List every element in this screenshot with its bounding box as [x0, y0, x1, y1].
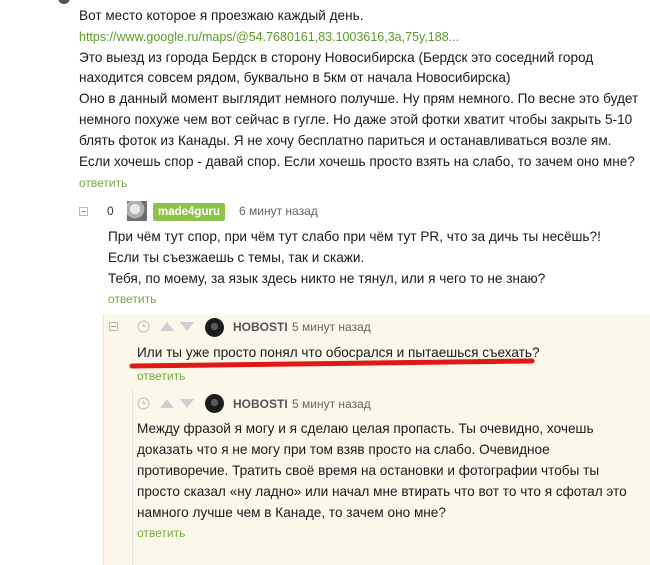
- red-underline-mark: [129, 358, 535, 369]
- timestamp: 5 минут назад: [292, 397, 371, 411]
- clock-icon: [137, 397, 150, 410]
- map-link[interactable]: https://www.google.ru/maps/@54.7680161,8…: [79, 27, 459, 47]
- comment-text-line: При чём тут спор, при чём тут слабо при …: [108, 229, 601, 244]
- comment-text-line: Это выезд из города Бердск в сторону Нов…: [79, 50, 594, 65]
- username-badge[interactable]: made4guru: [153, 203, 225, 221]
- reply-button[interactable]: ответить: [137, 369, 185, 383]
- comment-text-line: доказать что я не могу при том взяв прос…: [137, 442, 550, 457]
- reply-button[interactable]: ответить: [79, 176, 127, 190]
- timestamp: 5 минут назад: [292, 320, 371, 334]
- thread-line: [132, 390, 133, 565]
- reply-button[interactable]: ответить: [108, 292, 156, 306]
- username[interactable]: HOBOSTI: [233, 397, 288, 411]
- avatar-partial: [58, 0, 70, 4]
- comment-text-line: Оно в данный момент выглядит немного пол…: [79, 91, 639, 106]
- upvote-icon[interactable]: [160, 399, 174, 408]
- comment-text-line: Если хочешь спор - давай спор. Если хоче…: [79, 154, 635, 169]
- avatar: [127, 201, 147, 221]
- comment-text-line: Вот место которое я проезжаю каждый день…: [79, 8, 364, 23]
- comment-text-line: намного лучше чем в Канаде, то зачем оно…: [137, 505, 446, 520]
- comment-text-line: Между фразой я могу и я сделаю целая про…: [137, 421, 594, 436]
- avatar: [205, 394, 224, 413]
- username[interactable]: HOBOSTI: [233, 320, 288, 334]
- downvote-icon[interactable]: [180, 322, 194, 331]
- upvote-icon[interactable]: [160, 322, 174, 331]
- comment-text-line: просто сказал «ну ладно» или начал мне в…: [137, 484, 627, 499]
- comment-text-line: находится совсем рядом, буквально в 5км …: [79, 70, 511, 85]
- comment-text-line: Если ты съезжаешь с темы, так и скажи.: [108, 250, 365, 265]
- thread-line: [103, 314, 104, 565]
- comment-text-line: немного похуже чем вот сейчас в гугле. Н…: [79, 112, 633, 127]
- avatar: [205, 318, 224, 337]
- collapse-toggle[interactable]: [109, 322, 118, 331]
- timestamp: 6 минут назад: [239, 204, 318, 218]
- reply-button[interactable]: ответить: [137, 526, 185, 540]
- clock-icon: [137, 320, 150, 333]
- comment-text-line: Тебя, по моему, за язык здесь никто не т…: [108, 271, 546, 286]
- comment-text-line: противоречие. Тратить своё время на оста…: [137, 463, 600, 478]
- comment-text-line: блять фоток из Канады. Я не хочу бесплат…: [79, 133, 612, 148]
- downvote-icon[interactable]: [180, 399, 194, 408]
- rating-value: 0: [107, 204, 114, 218]
- collapse-toggle[interactable]: [79, 207, 88, 216]
